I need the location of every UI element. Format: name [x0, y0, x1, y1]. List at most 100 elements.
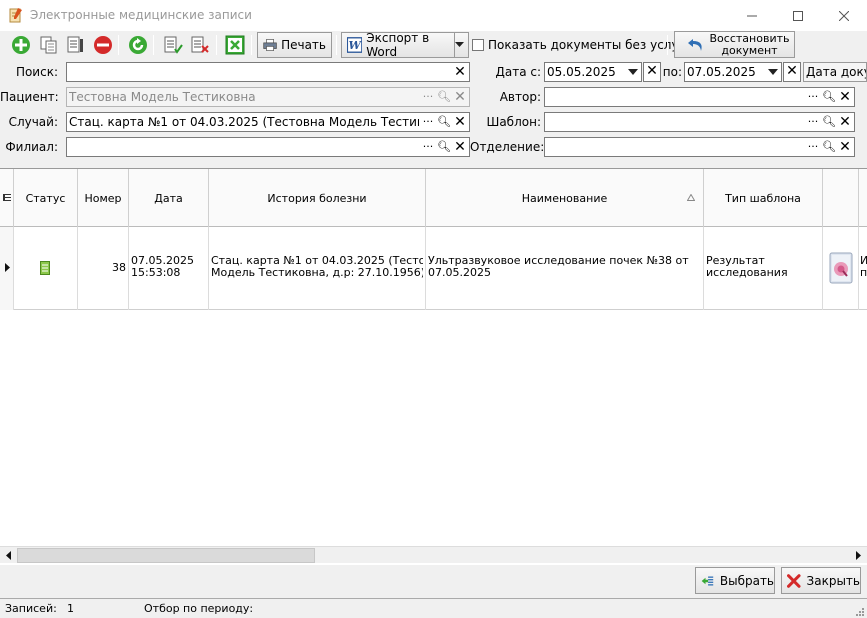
select-button[interactable]: Выбрать — [695, 567, 775, 594]
show-docs-checkbox[interactable]: Показать документы без услуг — [472, 38, 685, 52]
clear-date-from-button[interactable]: ✕ — [643, 62, 661, 82]
resize-grip-icon[interactable] — [854, 606, 864, 616]
toolbar: Печать W Экспорт в Word Показать докумен… — [0, 31, 867, 59]
column-header-extra-2[interactable] — [859, 169, 867, 227]
search-icon[interactable]: 🔍︎ — [436, 139, 452, 155]
column-list-icon — [2, 194, 11, 201]
author-field[interactable]: ··· 🔍︎ ✕ — [544, 87, 855, 107]
clear-icon[interactable]: ✕ — [452, 114, 468, 130]
minimize-icon — [747, 15, 757, 16]
clear-search-icon[interactable]: ✕ — [452, 64, 468, 80]
delete-icon[interactable] — [93, 35, 113, 55]
toolbar-separator — [118, 35, 119, 55]
ellipsis-icon[interactable]: ··· — [420, 114, 436, 130]
clear-date-to-button[interactable]: ✕ — [783, 62, 801, 82]
export-word-button[interactable]: W Экспорт в Word — [341, 31, 455, 59]
row-indicator[interactable] — [0, 227, 14, 310]
ellipsis-icon[interactable]: ··· — [805, 114, 821, 130]
print-button[interactable]: Печать — [257, 32, 332, 58]
printer-icon — [263, 39, 277, 51]
patient-value: Тестовна Модель Тестиковна — [69, 90, 256, 104]
clear-icon: ✕ — [454, 89, 466, 105]
patient-label: Пациент: — [0, 90, 59, 104]
ellipsis-icon: ··· — [422, 90, 434, 103]
records-grid[interactable]: Статус Номер Дата История болезни Наимен… — [0, 168, 867, 565]
edit-document-icon[interactable] — [66, 35, 86, 55]
add-icon[interactable] — [11, 35, 31, 55]
table-row[interactable]: 38 07.05.2025 15:53:08 Стац. карта №1 от… — [0, 227, 867, 310]
chevron-down-icon[interactable] — [768, 69, 778, 75]
clear-icon[interactable]: ✕ — [837, 89, 853, 105]
scroll-left-icon — [6, 551, 11, 560]
ellipsis-icon[interactable]: ··· — [805, 139, 821, 155]
number-cell: 38 — [78, 227, 129, 310]
sort-ascending-icon — [687, 194, 695, 201]
status-cell — [14, 227, 78, 310]
template-field[interactable]: ··· 🔍︎ ✕ — [544, 112, 855, 132]
scroll-left-button[interactable] — [0, 547, 17, 564]
column-header-history[interactable]: История болезни — [209, 169, 426, 227]
unsign-document-icon[interactable] — [190, 35, 210, 55]
search-icon[interactable]: 🔍︎ — [436, 114, 452, 130]
close-label: Закрыть — [806, 573, 860, 588]
restore-document-button[interactable]: Восстановить документ — [674, 31, 795, 58]
date-from-value: 05.05.2025 — [547, 65, 616, 79]
branch-label: Филиал: — [5, 140, 58, 154]
minimize-button[interactable] — [729, 0, 775, 31]
chevron-down-icon — [455, 42, 464, 47]
maximize-icon — [793, 10, 803, 21]
status-bar: Записей: 1 Отбор по периоду: — [0, 598, 867, 618]
excel-close-icon[interactable] — [225, 35, 245, 55]
print-label: Печать — [281, 38, 326, 52]
refresh-icon[interactable] — [128, 35, 148, 55]
sign-document-icon[interactable] — [163, 35, 183, 55]
column-header-number[interactable]: Номер — [78, 169, 129, 227]
case-field[interactable]: Стац. карта №1 от 04.03.2025 (Тестовна М… — [66, 112, 470, 132]
search-icon[interactable]: 🔍︎ — [821, 114, 837, 130]
column-header-status[interactable]: Статус — [14, 169, 78, 227]
branch-field[interactable]: ··· 🔍︎ ✕ — [66, 137, 470, 157]
date-to-value: 07.05.2025 — [687, 65, 756, 79]
template-type-cell: Результат исследования — [704, 227, 823, 310]
date-type-value: Дата докум — [806, 65, 866, 79]
close-button[interactable]: Закрыть — [781, 567, 861, 594]
clear-icon[interactable]: ✕ — [452, 139, 468, 155]
ellipsis-icon[interactable]: ··· — [805, 89, 821, 105]
toolbar-separator — [251, 35, 252, 55]
column-header-template-type[interactable]: Тип шаблона — [704, 169, 823, 227]
maximize-button[interactable] — [775, 0, 821, 31]
search-icon[interactable]: 🔍︎ — [821, 139, 837, 155]
patient-field: Тестовна Модель Тестиковна ··· 🔍︎ ✕ — [66, 87, 470, 107]
column-header-name[interactable]: Наименование — [426, 169, 704, 227]
close-window-button[interactable] — [821, 0, 867, 31]
period-label: Отбор по периоду: — [144, 602, 254, 615]
department-label: Отделение: — [470, 140, 545, 154]
ellipsis-icon[interactable]: ··· — [420, 139, 436, 155]
chevron-down-icon[interactable] — [628, 69, 638, 75]
copy-icon[interactable] — [39, 35, 59, 55]
document-green-icon — [40, 261, 50, 275]
date-cell: 07.05.2025 15:53:08 — [129, 227, 209, 310]
date-to-picker[interactable]: 07.05.2025 — [684, 62, 782, 82]
horizontal-scrollbar[interactable] — [0, 546, 867, 563]
export-dropdown-button[interactable] — [454, 32, 469, 58]
ultrasound-icon — [829, 252, 853, 284]
column-header-extra[interactable] — [823, 169, 859, 227]
records-label: Записей: — [5, 602, 57, 615]
scroll-right-button[interactable] — [850, 547, 867, 564]
checkbox-box[interactable] — [472, 39, 484, 51]
window-title: Электронные медицинские записи — [30, 8, 252, 22]
scrollbar-thumb[interactable] — [17, 548, 315, 563]
column-header-date[interactable]: Дата — [129, 169, 209, 227]
search-input[interactable]: ✕ — [66, 62, 470, 82]
search-icon[interactable]: 🔍︎ — [821, 89, 837, 105]
clear-icon[interactable]: ✕ — [837, 139, 853, 155]
column-chooser-button[interactable] — [0, 169, 14, 227]
toolbar-separator — [153, 35, 154, 55]
department-field[interactable]: ··· 🔍︎ ✕ — [544, 137, 855, 157]
extra-icon-cell — [823, 227, 859, 310]
clear-icon[interactable]: ✕ — [837, 114, 853, 130]
date-from-picker[interactable]: 05.05.2025 — [544, 62, 642, 82]
date-from-label: Дата с: — [495, 65, 541, 79]
date-type-select[interactable]: Дата докум — [803, 62, 867, 82]
